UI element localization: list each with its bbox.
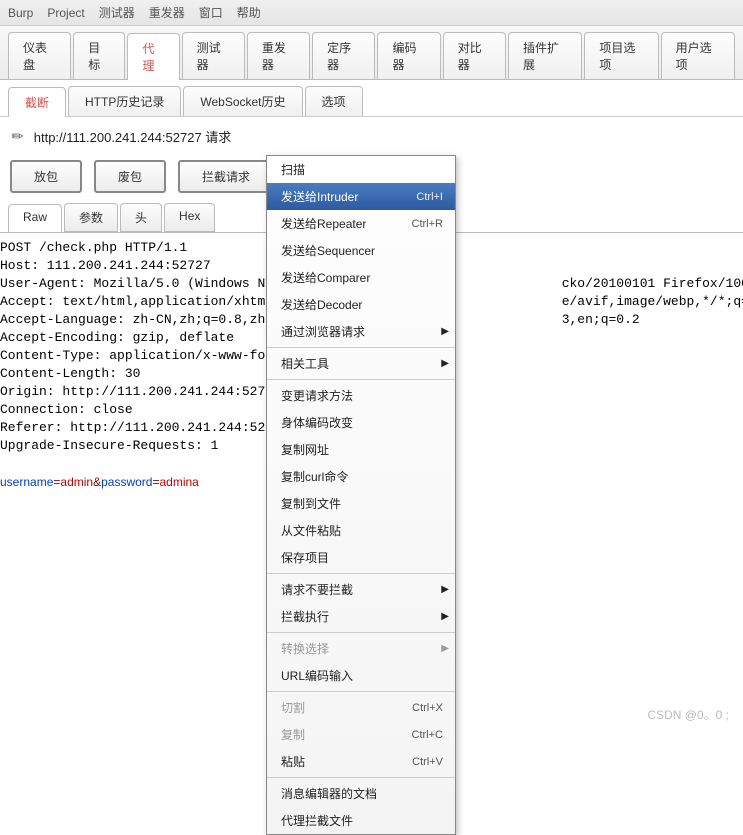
raw-tab[interactable]: 头 [120, 203, 162, 232]
context-menu: 扫描发送给IntruderCtrl+I发送给RepeaterCtrl+R发送给S… [266, 155, 456, 835]
context-menu-item[interactable]: 身体编码改变 [267, 409, 455, 436]
context-menu-item[interactable]: 通过浏览器请求▶ [267, 318, 455, 345]
sub-tab[interactable]: WebSocket历史 [183, 86, 302, 116]
forward-button[interactable]: 放包 [10, 160, 82, 193]
context-menu-item[interactable]: 请求不要拦截▶ [267, 576, 455, 603]
raw-tab[interactable]: Hex [164, 203, 215, 232]
context-menu-item[interactable]: 代理拦截文件 [267, 807, 455, 834]
context-menu-item[interactable]: 相关工具▶ [267, 350, 455, 377]
menu-item[interactable]: 测试器 [99, 6, 135, 20]
main-tab[interactable]: 插件扩展 [508, 32, 582, 79]
context-menu-item[interactable]: 发送给Decoder [267, 291, 455, 318]
raw-tab[interactable]: 参数 [64, 203, 118, 232]
main-tab[interactable]: 项目选项 [584, 32, 658, 79]
main-tab[interactable]: 编码器 [377, 32, 440, 79]
menu-item[interactable]: Project [47, 6, 84, 20]
context-menu-item[interactable]: 拦截执行▶ [267, 603, 455, 630]
edit-icon: ✎ [8, 126, 28, 146]
main-tab[interactable]: 仪表盘 [8, 32, 71, 79]
context-menu-item[interactable]: 变更请求方法 [267, 382, 455, 409]
context-menu-item[interactable]: 发送给IntruderCtrl+I [267, 183, 455, 210]
menu-item[interactable]: Burp [8, 6, 33, 20]
drop-button[interactable]: 废包 [94, 160, 166, 193]
context-menu-item[interactable]: 复制网址 [267, 436, 455, 463]
main-tab[interactable]: 代理 [127, 33, 179, 80]
context-menu-item[interactable]: 扫描 [267, 156, 455, 183]
menu-bar: Burp Project 测试器重发器窗口帮助 [0, 0, 743, 26]
main-tab[interactable]: 重发器 [247, 32, 310, 79]
sub-tab[interactable]: 选项 [305, 86, 363, 116]
main-tab-bar: 仪表盘目标代理测试器重发器定序器编码器对比器插件扩展项目选项用户选项 [0, 26, 743, 80]
context-menu-item: 复制Ctrl+C [267, 721, 455, 748]
intercept-button[interactable]: 拦截请求 [178, 160, 274, 193]
sub-tab[interactable]: HTTP历史记录 [68, 86, 181, 116]
main-tab[interactable]: 目标 [73, 32, 125, 79]
main-tab[interactable]: 测试器 [182, 32, 245, 79]
context-menu-item: 转换选择▶ [267, 635, 455, 662]
main-tab[interactable]: 用户选项 [661, 32, 735, 79]
context-menu-item[interactable]: 从文件粘贴 [267, 517, 455, 544]
context-menu-item[interactable]: URL编码输入 [267, 662, 455, 689]
sub-tab-bar: 截断HTTP历史记录WebSocket历史选项 [0, 80, 743, 117]
request-header-row: ✎ http://111.200.241.244:52727 请求 [0, 117, 743, 156]
context-menu-item[interactable]: 保存项目 [267, 544, 455, 571]
context-menu-item[interactable]: 发送给Sequencer [267, 237, 455, 264]
request-url-label: http://111.200.241.244:52727 请求 [34, 127, 232, 146]
main-tab[interactable]: 对比器 [443, 32, 506, 79]
main-tab[interactable]: 定序器 [312, 32, 375, 79]
context-menu-item[interactable]: 发送给Comparer [267, 264, 455, 291]
menu-item[interactable]: 窗口 [199, 6, 223, 20]
context-menu-item[interactable]: 复制到文件 [267, 490, 455, 517]
context-menu-item[interactable]: 复制curl命令 [267, 463, 455, 490]
menu-item[interactable]: 重发器 [149, 6, 185, 20]
context-menu-item: 切割Ctrl+X [267, 694, 455, 721]
raw-tab[interactable]: Raw [8, 204, 62, 233]
menu-item[interactable]: 帮助 [237, 6, 261, 20]
context-menu-item[interactable]: 粘贴Ctrl+V [267, 748, 455, 775]
watermark: CSDN @0。0 ; [647, 706, 729, 723]
context-menu-item[interactable]: 发送给RepeaterCtrl+R [267, 210, 455, 237]
sub-tab[interactable]: 截断 [8, 87, 66, 117]
context-menu-item[interactable]: 消息编辑器的文档 [267, 780, 455, 807]
